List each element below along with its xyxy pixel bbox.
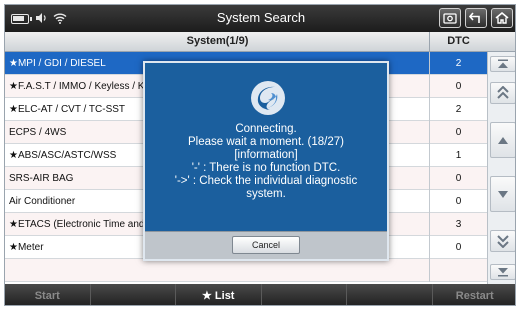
- page-down-button[interactable]: [490, 230, 515, 252]
- double-chevron-down-icon: [497, 235, 509, 248]
- scroll-top-icon: [498, 59, 508, 68]
- back-icon: [469, 12, 480, 23]
- toolbar-button-4[interactable]: [262, 284, 347, 305]
- dtc-count: 2: [455, 104, 462, 115]
- dialog-message: Connecting. Please wait a moment. (18/27…: [149, 123, 383, 201]
- dtc-count: 1: [455, 150, 462, 161]
- arrow-up-icon: [498, 136, 508, 144]
- dtc-count: 0: [455, 173, 462, 184]
- dtc-count: 0: [455, 81, 462, 92]
- dtc-count: 0: [455, 127, 462, 138]
- dialog-line: system.: [246, 188, 286, 200]
- dialog-line: [information]: [234, 149, 298, 161]
- dialog-line: '->' : Check the individual diagnostic: [174, 175, 358, 187]
- table-header: System(1/9) DTC: [5, 32, 515, 52]
- bottom-toolbar: Start ★ List Restart: [5, 284, 516, 305]
- brand-logo-icon: [251, 81, 285, 115]
- double-chevron-up-icon: [497, 86, 509, 99]
- home-icon: [495, 12, 509, 24]
- cancel-button[interactable]: Cancel: [232, 236, 300, 254]
- page-up-button[interactable]: [490, 82, 515, 104]
- dialog-footer: Cancel: [145, 231, 387, 259]
- arrow-down-icon: [498, 190, 508, 198]
- toolbar-button-5[interactable]: [347, 284, 433, 305]
- dtc-count: 0: [455, 196, 462, 207]
- scrollbar[interactable]: [487, 52, 515, 284]
- scroll-top-button[interactable]: [490, 56, 515, 72]
- start-button[interactable]: Start: [5, 284, 91, 305]
- title-bar: System Search: [5, 5, 515, 32]
- column-header-dtc: DTC: [447, 35, 470, 47]
- dtc-count: 2: [455, 58, 462, 69]
- toolbar-button-2[interactable]: [91, 284, 176, 305]
- scroll-down-button[interactable]: [490, 176, 515, 212]
- list-button[interactable]: ★ List: [176, 284, 262, 305]
- screenshot-icon: [443, 13, 457, 24]
- dialog-line: Please wait a moment. (18/27): [188, 136, 344, 148]
- scroll-bottom-button[interactable]: [490, 264, 515, 280]
- dialog-line: '-' : There is no function DTC.: [191, 162, 341, 174]
- screenshot-button[interactable]: [439, 8, 461, 28]
- restart-button[interactable]: Restart: [433, 284, 516, 305]
- home-button[interactable]: [491, 8, 513, 28]
- dtc-count: 0: [455, 242, 462, 253]
- dtc-count: 3: [455, 219, 462, 230]
- back-button[interactable]: [465, 8, 487, 28]
- scroll-up-button[interactable]: [490, 122, 515, 158]
- table-row: [5, 259, 487, 282]
- connecting-dialog: Connecting. Please wait a moment. (18/27…: [143, 61, 389, 261]
- column-header-system: System(1/9): [186, 35, 249, 47]
- scroll-bottom-icon: [498, 268, 508, 277]
- app-window: System Search System(1/9) DTC ★MPI / GDI…: [4, 4, 516, 306]
- dialog-line: Connecting.: [235, 123, 297, 135]
